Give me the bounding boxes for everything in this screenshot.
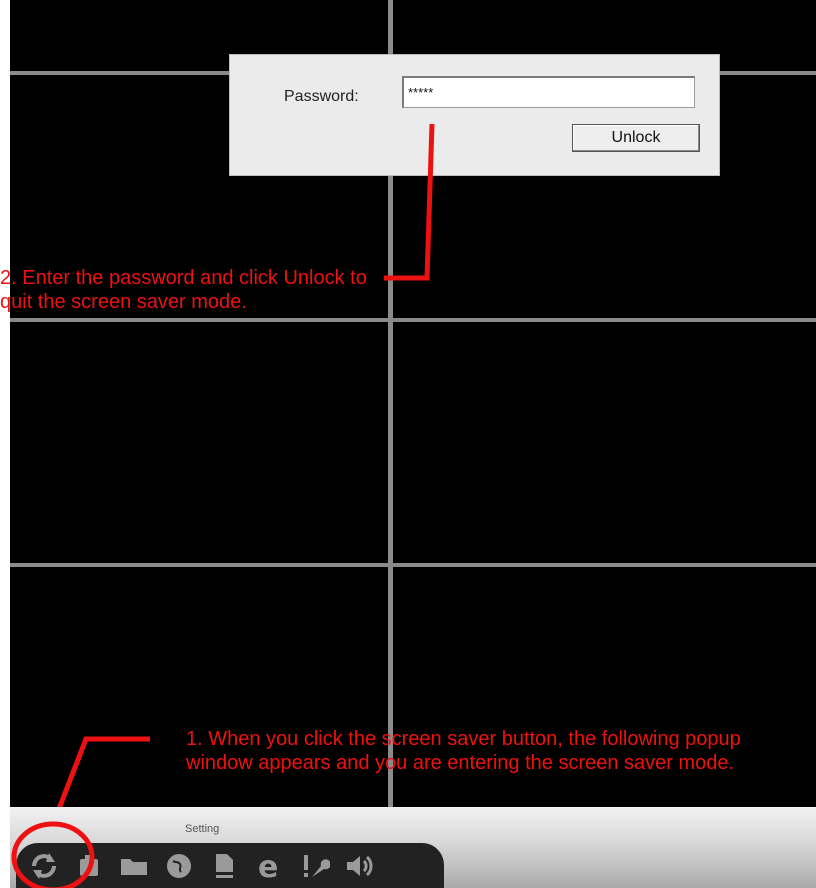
annotation-step-2: 2. Enter the password and click Unlock t…	[0, 267, 367, 313]
settings-button[interactable]	[296, 848, 332, 884]
browser-icon: e	[258, 850, 278, 882]
settings-icon	[304, 854, 330, 877]
document-button[interactable]	[206, 848, 242, 884]
screen-saver-button[interactable]	[26, 848, 62, 884]
password-input[interactable]	[402, 76, 695, 108]
snapshot-icon	[80, 854, 98, 876]
snapshot-button[interactable]	[71, 848, 107, 884]
folder-icon	[121, 858, 147, 875]
taskbar: Setting e	[10, 807, 816, 888]
folder-button[interactable]	[116, 848, 152, 884]
password-dialog: Password: Unlock	[229, 54, 720, 176]
browser-button[interactable]: e	[251, 848, 287, 884]
unlock-button[interactable]: Unlock	[572, 124, 700, 152]
annotation-step-1: 1. When you click the screen saver butto…	[186, 728, 741, 774]
grid-divider-horizontal	[10, 563, 816, 567]
globe-button[interactable]	[161, 848, 197, 884]
globe-icon	[167, 853, 191, 878]
svg-text:e: e	[258, 850, 278, 882]
password-label: Password:	[284, 88, 359, 105]
hover-label: Setting	[185, 823, 220, 835]
volume-icon	[347, 855, 373, 876]
volume-button[interactable]	[341, 848, 377, 884]
document-icon	[216, 853, 233, 878]
icon-bar: e	[16, 843, 444, 888]
grid-divider-horizontal	[10, 318, 816, 322]
screen-saver-icon	[32, 852, 56, 879]
